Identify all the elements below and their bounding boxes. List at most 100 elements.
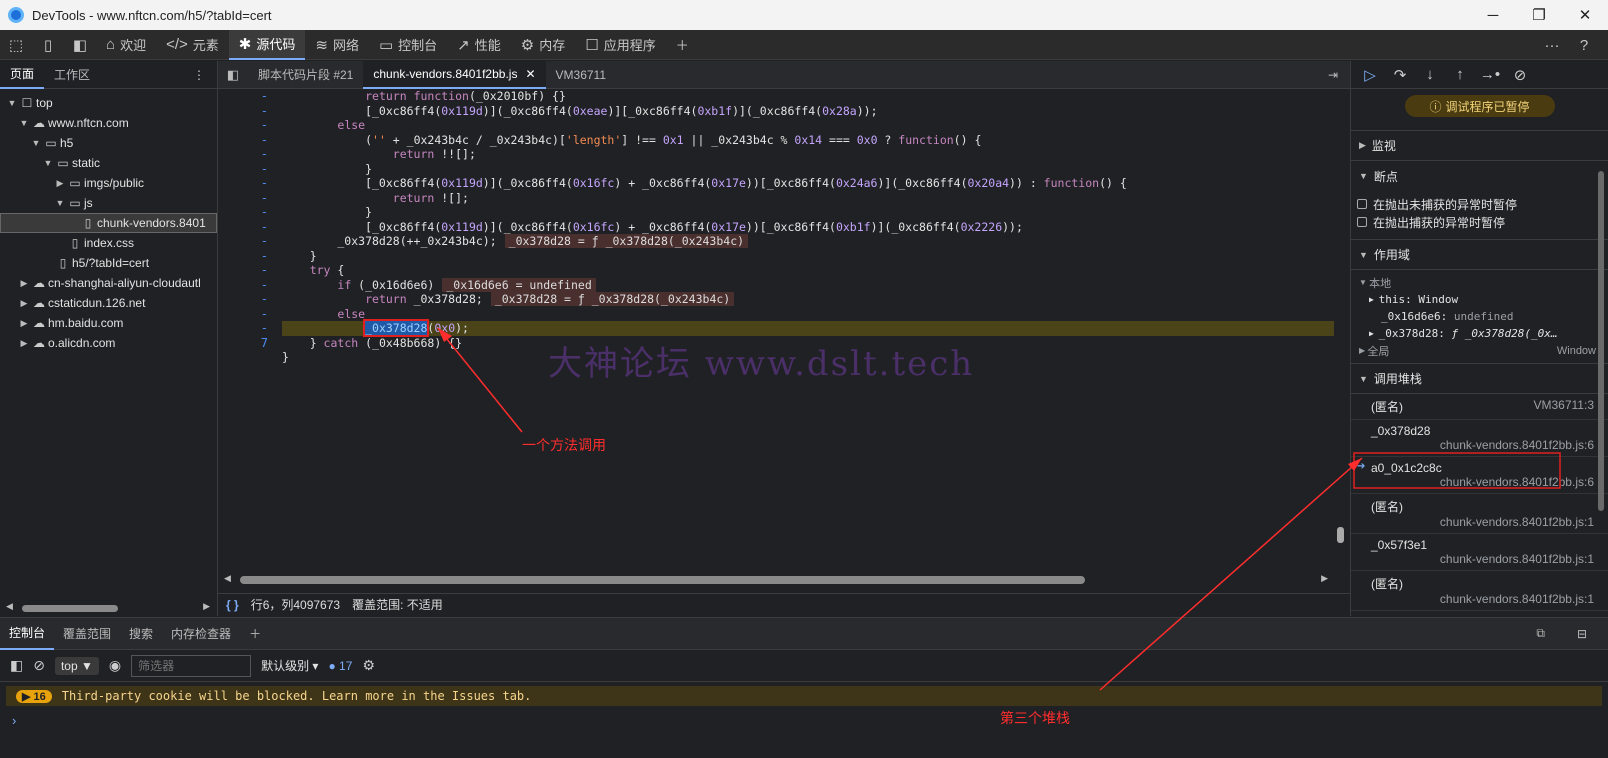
code-line[interactable]: return ![]; — [282, 191, 1334, 206]
code-line[interactable]: if (_0x16d6e6) _0x16d6e6 = undefined — [282, 277, 1334, 293]
code-line[interactable]: [_0xc86ff4(0x119d)](_0xc86ff4(0x16fc) + … — [282, 220, 1334, 235]
line-number[interactable]: - — [218, 191, 282, 206]
tab-page[interactable]: 页面 — [0, 61, 45, 89]
live-expression-eye-icon[interactable]: ◉ — [109, 657, 121, 674]
more-options-icon[interactable]: ··· — [1536, 30, 1568, 60]
code-line[interactable]: [_0xc86ff4(0x119d)](_0xc86ff4(0x16fc) + … — [282, 176, 1334, 191]
deactivate-breakpoints-icon[interactable]: ⊘ — [1507, 66, 1533, 84]
line-gutter[interactable]: -----------------7 — [218, 89, 282, 571]
call-frame[interactable]: (匿名) VM36711:3 — [1351, 394, 1608, 420]
pause-caught-checkbox[interactable]: 在抛出捕获的异常时暂停 — [1351, 213, 1608, 231]
tree-toggle-icon[interactable]: ▼ — [54, 198, 66, 208]
tab-console[interactable]: ▭ 控制台 — [369, 30, 447, 60]
context-selector[interactable]: top ▼ — [54, 656, 99, 675]
maximize-button[interactable]: ❐ — [1516, 0, 1562, 30]
tree-node[interactable]: ▼ ☁ www.nftcn.com — [0, 113, 217, 133]
code-line[interactable]: try { — [282, 263, 1334, 278]
tree-toggle-icon[interactable]: ▼ — [18, 118, 30, 128]
add-tool-button[interactable]: ＋ — [666, 30, 699, 60]
code-line[interactable]: _0x378d28(++_0x243b4c); _0x378d28 = ƒ _0x… — [282, 234, 1334, 249]
tab-search[interactable]: 搜索 — [120, 618, 162, 650]
code-line[interactable]: return !![]; — [282, 147, 1334, 162]
console-settings-gear-icon[interactable]: ⚙ — [362, 657, 375, 674]
navigator-menu-icon[interactable]: ⋮ — [183, 61, 217, 89]
line-number[interactable]: - — [218, 133, 282, 148]
scope-local[interactable]: ▼ 本地 — [1351, 274, 1608, 291]
add-drawer-tab-button[interactable]: ＋ — [240, 618, 270, 650]
tree-toggle-icon[interactable]: ▼ — [42, 158, 54, 168]
code-line[interactable]: } — [282, 205, 1334, 220]
code-line[interactable]: [_0xc86ff4(0x119d)](_0xc86ff4(0xeae)][_0… — [282, 104, 1334, 119]
line-number[interactable]: - — [218, 104, 282, 119]
breakpoints-section-header[interactable]: ▼ 断点 — [1351, 161, 1608, 191]
tree-toggle-icon[interactable]: ▶ — [18, 338, 30, 349]
line-number[interactable]: - — [218, 263, 282, 278]
editor-horizontal-scrollbar[interactable]: ◀ ▶ — [218, 571, 1350, 587]
tab-coverage[interactable]: 覆盖范围 — [54, 618, 120, 650]
tab-workspace[interactable]: 工作区 — [44, 61, 100, 89]
tree-node[interactable]: ▼ ▭ h5 — [0, 133, 217, 153]
line-number[interactable]: - — [218, 147, 282, 162]
code-area[interactable]: -----------------7 return function(_0x20… — [218, 89, 1350, 571]
tab-performance[interactable]: ↗ 性能 — [447, 30, 511, 60]
step-icon[interactable]: →• — [1477, 66, 1503, 83]
step-over-icon[interactable]: ↷ — [1387, 66, 1413, 84]
code-line[interactable]: return function(_0x2010bf) {} — [282, 89, 1334, 104]
tab-console[interactable]: 控制台 — [0, 618, 55, 650]
console-warning-message[interactable]: ▶ 16 Third-party cookie will be blocked.… — [6, 686, 1602, 706]
code-line[interactable]: return _0x378d28; _0x378d28 = ƒ _0x378d28… — [282, 292, 1334, 307]
toggle-navigator-icon[interactable]: ◧ — [218, 67, 248, 83]
sidebar-scrollbar[interactable] — [1596, 101, 1606, 601]
tree-node[interactable]: ▯ h5/?tabId=cert — [0, 253, 217, 273]
close-tab-icon[interactable]: ✕ — [525, 67, 535, 81]
tab-application[interactable]: ☐ 应用程序 — [575, 30, 665, 60]
code-line[interactable]: else — [282, 307, 1334, 322]
code-line[interactable]: } — [282, 249, 1334, 264]
scope-this[interactable]: ▶ this: Window — [1351, 291, 1608, 308]
toggle-debugger-icon[interactable]: ⇥ — [1328, 68, 1338, 82]
tree-node[interactable]: ▶ ☁ cn-shanghai-aliyun-cloudautl — [0, 273, 217, 293]
code-line[interactable]: else — [282, 118, 1334, 133]
undock-drawer-icon[interactable]: ⧉ — [1527, 618, 1554, 650]
code-line[interactable]: } — [282, 162, 1334, 177]
scope-var-1[interactable]: _0x16d6e6: undefined — [1351, 308, 1608, 325]
scope-section-header[interactable]: ▼ 作用域 — [1351, 240, 1608, 270]
tree-toggle-icon[interactable]: ▶ — [18, 278, 30, 289]
line-number[interactable]: - — [218, 89, 282, 104]
line-number[interactable]: 7 — [218, 336, 282, 351]
issues-badge[interactable]: ● 17 — [328, 659, 352, 673]
line-number[interactable]: - — [218, 249, 282, 264]
step-out-icon[interactable]: ↑ — [1447, 66, 1473, 83]
tab-vm[interactable]: VM36711 — [546, 61, 616, 89]
code-line[interactable]: ('' + _0x243b4c / _0x243b4c)['length'] !… — [282, 133, 1334, 148]
dock-sidebar-icon[interactable]: ◧ — [64, 30, 96, 60]
pretty-print-button[interactable]: { } — [226, 598, 239, 612]
console-prompt[interactable]: › — [12, 713, 16, 728]
tree-node[interactable]: ▶ ☁ cstaticdun.126.net — [0, 293, 217, 313]
tree-node[interactable]: ▯ chunk-vendors.8401 — [0, 213, 217, 233]
tree-toggle-icon[interactable]: ▶ — [18, 298, 30, 309]
line-number[interactable]: - — [218, 176, 282, 191]
editor-vertical-scrollbar[interactable] — [1336, 89, 1346, 571]
console-sidebar-icon[interactable]: ◧ — [10, 657, 23, 674]
close-drawer-icon[interactable]: ⊟ — [1568, 618, 1596, 650]
call-frame[interactable]: _0x57f3e1 chunk-vendors.8401f2bb.js:1 — [1351, 534, 1608, 571]
tree-node[interactable]: ▶ ☁ hm.baidu.com — [0, 313, 217, 333]
tree-toggle-icon[interactable]: ▶ — [54, 178, 66, 189]
code-lines[interactable]: return function(_0x2010bf) {} [_0xc86ff4… — [282, 89, 1334, 571]
minimize-button[interactable]: ─ — [1470, 0, 1516, 30]
tree-toggle-icon[interactable]: ▼ — [30, 138, 42, 148]
help-icon[interactable]: ? — [1568, 30, 1600, 60]
call-frame[interactable]: (匿名) chunk-vendors.8401f2bb.js:1 — [1351, 571, 1608, 611]
navigator-horizontal-scrollbar[interactable]: ◀ ▶ — [0, 600, 218, 616]
line-number[interactable]: - — [218, 118, 282, 133]
tab-chunk-vendors[interactable]: chunk-vendors.8401f2bb.js ✕ — [363, 60, 546, 89]
tab-code[interactable]: </> 元素 — [156, 30, 229, 60]
line-number[interactable]: - — [218, 234, 282, 249]
tab-wifi[interactable]: ≋ 网络 — [305, 30, 369, 60]
watch-section-header[interactable]: ▶ 监视 — [1351, 131, 1608, 161]
call-frame[interactable]: ➔ a0_0x1c2c8c chunk-vendors.8401f2bb.js:6 — [1351, 457, 1608, 494]
log-level-dropdown[interactable]: 默认级别 ▾ — [261, 657, 318, 674]
console-filter-input[interactable] — [131, 654, 252, 677]
clear-console-icon[interactable]: ⊘ — [33, 657, 45, 674]
